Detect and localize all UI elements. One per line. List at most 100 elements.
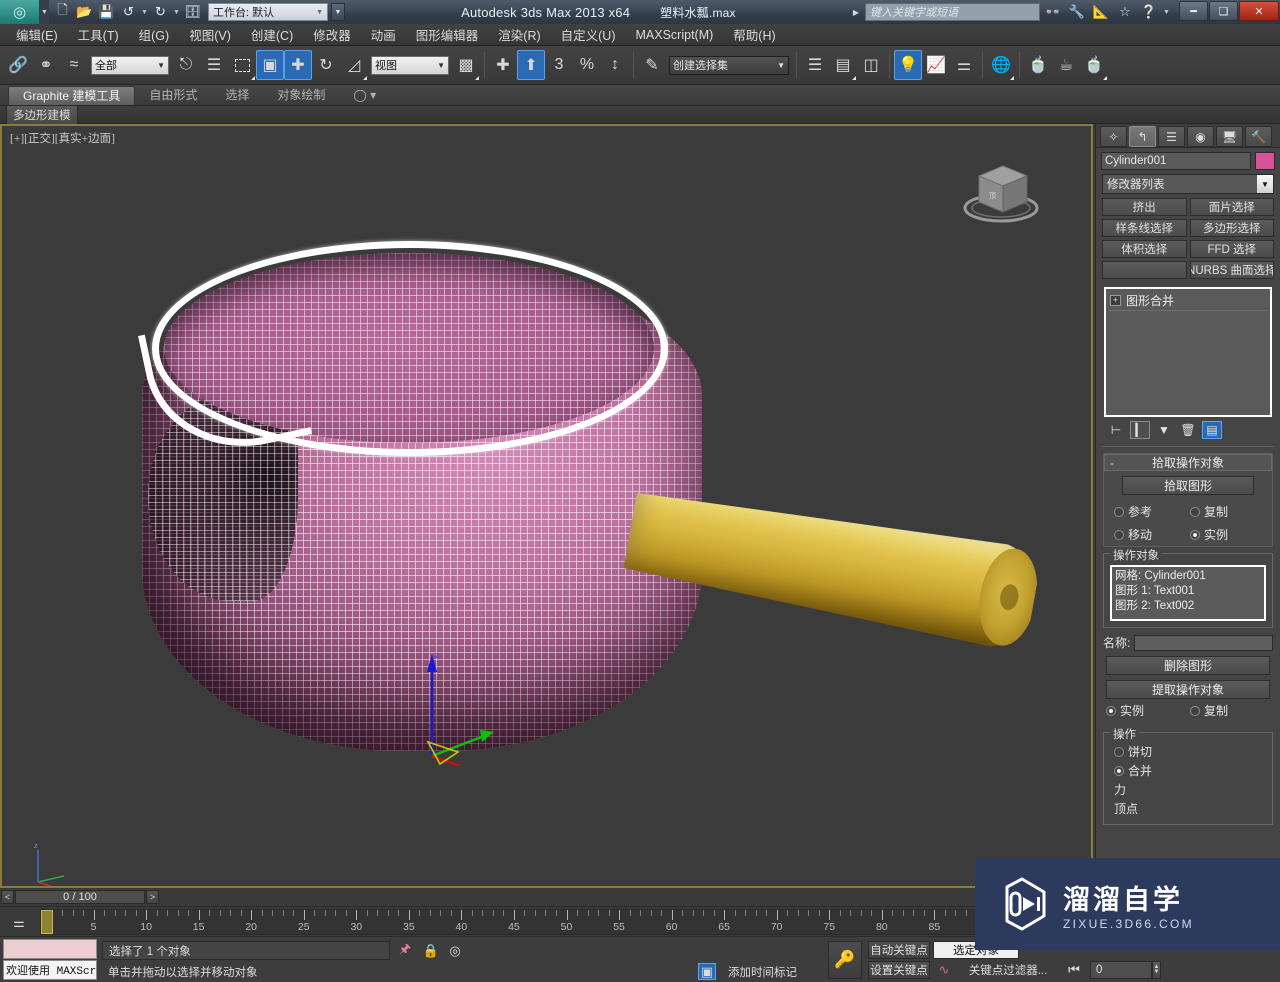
unlink-icon[interactable]: ⚭ [32, 50, 60, 80]
key-filters-button[interactable]: 关键点过滤器... [955, 961, 1061, 979]
maxscript-listener[interactable]: 欢迎使用 MAXScr [3, 960, 97, 980]
view-cube[interactable]: 顶 [959, 152, 1043, 228]
configure-modifier-sets-icon[interactable]: ▤ [1202, 421, 1222, 439]
menu-rendering[interactable]: 渲染(R) [488, 23, 550, 46]
ref-coord-system-combo[interactable]: 视图 ▼ [371, 55, 449, 75]
menu-group[interactable]: 组(G) [129, 23, 180, 46]
close-button[interactable]: ✕ [1239, 1, 1279, 21]
radio-copy[interactable]: 复制 [1190, 503, 1262, 520]
remove-modifier-icon[interactable]: 🗑 [1178, 421, 1198, 439]
select-and-scale-icon[interactable]: ◿ [340, 50, 368, 80]
utilities-tab[interactable]: 🔨 [1245, 126, 1272, 147]
pin-stack-icon[interactable]: ⊢ [1106, 421, 1126, 439]
curve-editor-icon[interactable]: 📈 [922, 50, 950, 80]
redo-caret-icon[interactable]: ▼ [172, 2, 181, 22]
search-input[interactable]: 键入关键字或短语 [865, 3, 1040, 21]
next-frame-button[interactable]: > [146, 890, 159, 904]
track-bar[interactable]: ⚌ 51015202530354045505560657075808590 [0, 906, 1093, 936]
layer-manager-icon[interactable]: ◫ [857, 50, 885, 80]
schematic-view-icon[interactable]: ⚌ [950, 50, 978, 80]
modifier-btn-spline-select[interactable]: 样条线选择 [1102, 219, 1187, 237]
material-editor-icon[interactable]: 🌐 [987, 50, 1015, 80]
new-icon[interactable]: 🗋 [52, 2, 73, 22]
menu-help[interactable]: 帮助(H) [723, 23, 785, 46]
ribbon-tab-selection[interactable]: 选择 [211, 86, 263, 105]
render-production-icon[interactable]: 🍵 [1024, 50, 1052, 80]
operand-name-input[interactable] [1134, 634, 1273, 651]
maxscript-color-swatch[interactable] [3, 939, 97, 959]
use-pivot-center-icon[interactable]: ▩ [452, 50, 480, 80]
modifier-btn-ffd-select[interactable]: FFD 选择 [1189, 240, 1274, 258]
ribbon-mode-label[interactable]: 多边形建模 [6, 104, 78, 125]
expand-icon[interactable]: + [1110, 295, 1121, 306]
binoculars-icon[interactable]: 👓 [1042, 2, 1064, 22]
operand-list[interactable]: 网格: Cylinder001 图形 1: Text001 图形 2: Text… [1110, 565, 1266, 621]
radio-merge[interactable]: 合并 [1110, 761, 1266, 780]
radio-instance[interactable]: 实例 [1190, 526, 1262, 543]
modifier-btn-patch-select[interactable]: 面片选择 [1189, 198, 1274, 216]
open-icon[interactable]: 📂 [74, 2, 95, 22]
ribbon-tab-freeform[interactable]: 自由形式 [135, 86, 211, 105]
select-object-icon[interactable]: ⎋ [172, 50, 200, 80]
redo-icon[interactable]: ↻ [150, 2, 171, 22]
collapse-icon[interactable]: - [1110, 456, 1114, 470]
menu-graph-editors[interactable]: 图形编辑器 [406, 23, 489, 46]
delete-shape-button[interactable]: 删除图形 [1106, 656, 1270, 675]
modifier-list-combo[interactable]: 修改器列表 ▼ [1102, 174, 1274, 194]
current-frame-display[interactable]: 0 / 100 [15, 890, 145, 904]
pick-shape-button[interactable]: 拾取图形 [1122, 476, 1254, 495]
lock-selection-icon[interactable]: 🔒 [422, 942, 440, 959]
wrench-icon[interactable]: 🔧 [1066, 2, 1088, 22]
time-tag-icon[interactable]: ▣ [698, 963, 716, 980]
modifier-btn-nurbs-select[interactable]: NURBS 曲面选择 [1189, 261, 1274, 279]
snaps-toggle-icon[interactable]: ⬆ [517, 50, 545, 80]
radio-extract-instance[interactable]: 实例 [1106, 702, 1186, 719]
radio-pie-slice[interactable]: 饼切 [1110, 742, 1266, 761]
frame-nav-icon[interactable]: ⏮ [1060, 961, 1088, 979]
operand-item-shape1[interactable]: 图形 1: Text001 [1115, 584, 1261, 599]
key-icon[interactable]: 🔑 [828, 941, 862, 979]
select-by-name-icon[interactable]: ☰ [200, 50, 228, 80]
workspace-dropdown-button[interactable]: ▼ [331, 3, 345, 21]
time-ruler[interactable]: 51015202530354045505560657075808590 [40, 909, 1093, 935]
select-region-icon[interactable] [228, 50, 256, 80]
operand-item-shape2[interactable]: 图形 2: Text002 [1115, 599, 1261, 614]
app-logo-icon[interactable]: ◎ [0, 0, 40, 24]
help-icon[interactable]: ❔ [1138, 2, 1160, 22]
frame-field[interactable]: 0 [1090, 961, 1152, 979]
auto-key-button[interactable]: 自动关键点 [868, 941, 930, 959]
stack-item-shape-merge[interactable]: + 图形合并 [1108, 291, 1268, 311]
named-selection-set-combo[interactable]: 创建选择集 ▼ [669, 55, 789, 75]
viewport[interactable]: [+][正交][真实+边面] 顶 z z [0, 124, 1093, 888]
menu-animation[interactable]: 动画 [361, 23, 406, 46]
set-key-button[interactable]: 设置关键点 [868, 961, 930, 979]
window-crossing-icon[interactable]: ▣ [256, 50, 284, 80]
modifier-btn-extrude[interactable]: 挤出 [1102, 198, 1187, 216]
create-tab[interactable]: ✧ [1100, 126, 1127, 147]
select-and-rotate-icon[interactable]: ↻ [312, 50, 340, 80]
select-and-move-icon[interactable]: ✚ [284, 50, 312, 80]
menu-tools[interactable]: 工具(T) [68, 23, 129, 46]
viewport-label[interactable]: [+][正交][真实+边面] [10, 130, 115, 146]
compass-icon[interactable]: 📐 [1090, 2, 1112, 22]
undo-icon[interactable]: ↺ [118, 2, 139, 22]
frame-spinner[interactable]: ▲ ▼ [1152, 961, 1161, 979]
workspace-selector[interactable]: 工作台: 默认 ▼ [208, 3, 328, 21]
menu-views[interactable]: 视图(V) [179, 23, 241, 46]
make-unique-icon[interactable]: ▼ [1154, 421, 1174, 439]
search-expand-icon[interactable]: ▶ [849, 8, 863, 17]
bind-space-warp-icon[interactable]: ≈ [60, 50, 88, 80]
ribbon-tab-graphite[interactable]: Graphite 建模工具 [8, 86, 136, 105]
pin-stack-icon[interactable]: 🖈 [396, 941, 414, 959]
menu-create[interactable]: 创建(C) [241, 23, 303, 46]
hierarchy-tab[interactable]: ☰ [1158, 126, 1185, 147]
undo-caret-icon[interactable]: ▼ [140, 2, 149, 22]
radio-reference[interactable]: 参考 [1114, 503, 1186, 520]
restore-button[interactable]: ❑ [1209, 1, 1238, 21]
edit-named-selection-icon[interactable]: ✎ [638, 50, 666, 80]
radio-move[interactable]: 移动 [1114, 526, 1186, 543]
object-color-swatch[interactable] [1255, 152, 1275, 170]
object-name-input[interactable]: Cylinder001 [1101, 152, 1251, 170]
prev-frame-button[interactable]: < [1, 890, 14, 904]
modify-tab[interactable]: ↰ [1129, 126, 1156, 147]
